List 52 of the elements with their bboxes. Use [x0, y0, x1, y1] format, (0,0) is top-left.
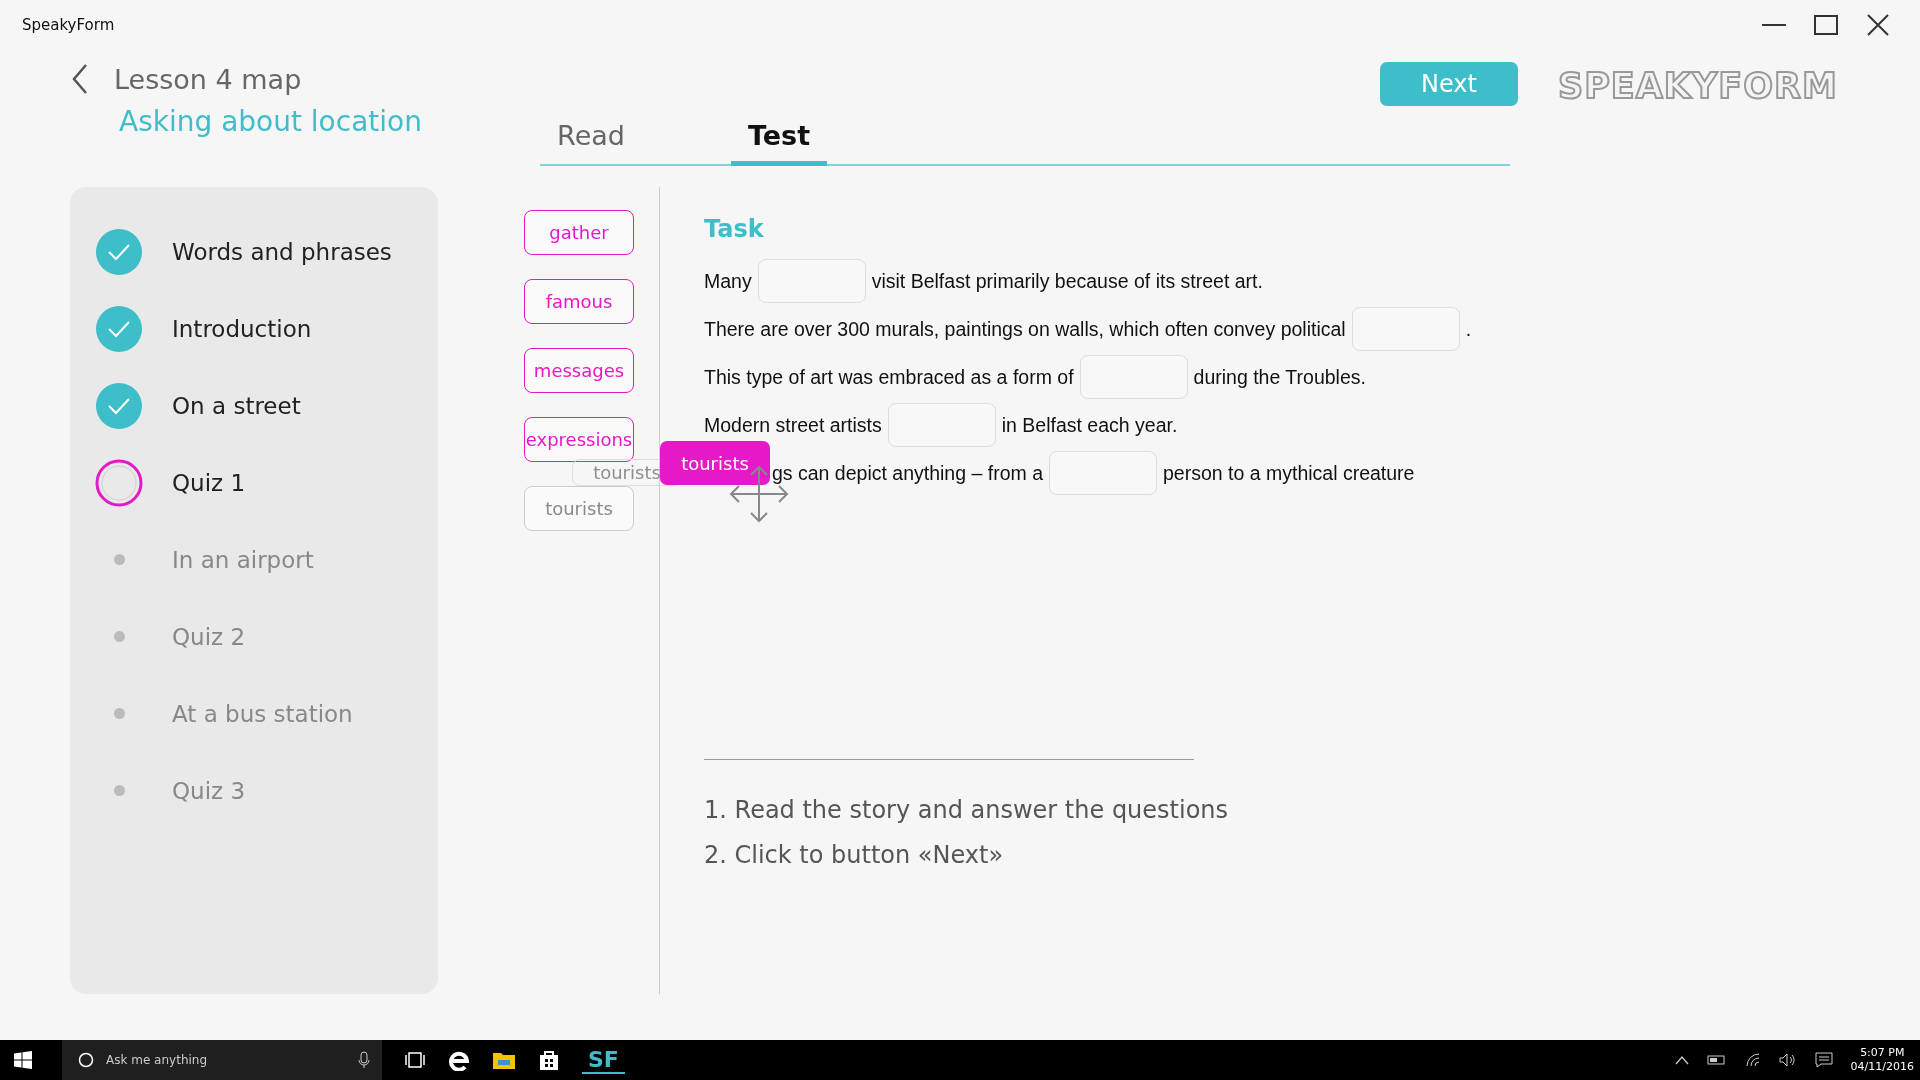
back-icon[interactable] — [70, 63, 90, 95]
word-chip[interactable]: gather — [524, 210, 634, 255]
chevron-up-icon[interactable] — [1674, 1055, 1689, 1065]
sentence-text: Many — [704, 269, 752, 293]
word-chip[interactable]: famous — [524, 279, 634, 324]
logo: SPEAKYFORM — [1558, 66, 1838, 106]
browser-e-icon[interactable] — [448, 1049, 470, 1071]
sentence-text: . — [1465, 317, 1472, 341]
task-title: Task — [704, 215, 765, 243]
dragged-word-chip[interactable]: tourists — [660, 441, 770, 485]
speaker-icon[interactable] — [1778, 1053, 1797, 1067]
lesson-item[interactable]: At a bus station — [172, 700, 353, 727]
sentence-text: person to a mythical creature — [1163, 461, 1415, 485]
instruction-text: 1. Read the story and answer the questions — [704, 796, 1230, 826]
search-field[interactable]: Ask me anything — [104, 1052, 348, 1068]
sentence-text: in Belfast each year. — [1001, 413, 1178, 437]
wifi-icon[interactable] — [1744, 1053, 1761, 1067]
sentence-text: visit Belfast primarily because of its street art. — [871, 269, 1263, 293]
tab[interactable]: Test — [731, 120, 827, 166]
sentence-text: during the Troubles. — [1193, 365, 1366, 389]
windows-start-icon[interactable] — [14, 1051, 32, 1069]
lesson-item[interactable]: Words and phrases — [172, 238, 392, 265]
clock-time[interactable]: 5:07 PM — [1860, 1045, 1905, 1060]
notification-icon[interactable] — [1814, 1052, 1833, 1068]
window-title: SpeakyForm — [22, 16, 115, 34]
search-icon — [78, 1052, 94, 1068]
word-chip[interactable]: messages — [524, 348, 634, 393]
lesson-item[interactable]: Quiz 3 — [172, 777, 246, 804]
lesson-map-link[interactable]: Lesson 4 map — [114, 63, 302, 95]
sentence-text: gs can depict anything – from a — [772, 461, 1043, 485]
folder-icon[interactable] — [492, 1050, 516, 1070]
lesson-item[interactable]: In an airport — [172, 546, 314, 573]
task-view-icon[interactable] — [404, 1051, 426, 1069]
lesson-item[interactable]: Quiz 2 — [172, 623, 246, 650]
search-box[interactable]: Ask me anything — [62, 1040, 382, 1080]
lesson-item[interactable]: On a street — [172, 392, 301, 419]
word-chip[interactable]: expressions — [524, 417, 634, 462]
lesson-item[interactable]: Quiz 1 — [172, 469, 246, 496]
instruction-text: 2. Click to button «Next» — [704, 841, 1005, 871]
microphone-icon[interactable] — [358, 1051, 370, 1069]
lesson-item[interactable]: Introduction — [172, 315, 312, 342]
sentence-text: There are over 300 murals, paintings on walls, which often convey political — [704, 317, 1346, 341]
sentence-text: Modern street artists — [704, 413, 882, 437]
store-bag-icon[interactable] — [538, 1049, 560, 1071]
lesson-subtitle: Asking about location — [119, 105, 423, 138]
sentence-text: This type of art was embraced as a form of — [704, 365, 1074, 389]
clock-date[interactable]: 04/11/2016 — [1850, 1060, 1914, 1075]
tab[interactable]: Read — [543, 120, 639, 166]
next-button[interactable]: Next — [1380, 62, 1518, 106]
word-chip[interactable]: tourists — [524, 486, 634, 531]
app-taskbar-label[interactable]: SF — [582, 1046, 625, 1074]
battery-icon[interactable] — [1706, 1054, 1727, 1066]
